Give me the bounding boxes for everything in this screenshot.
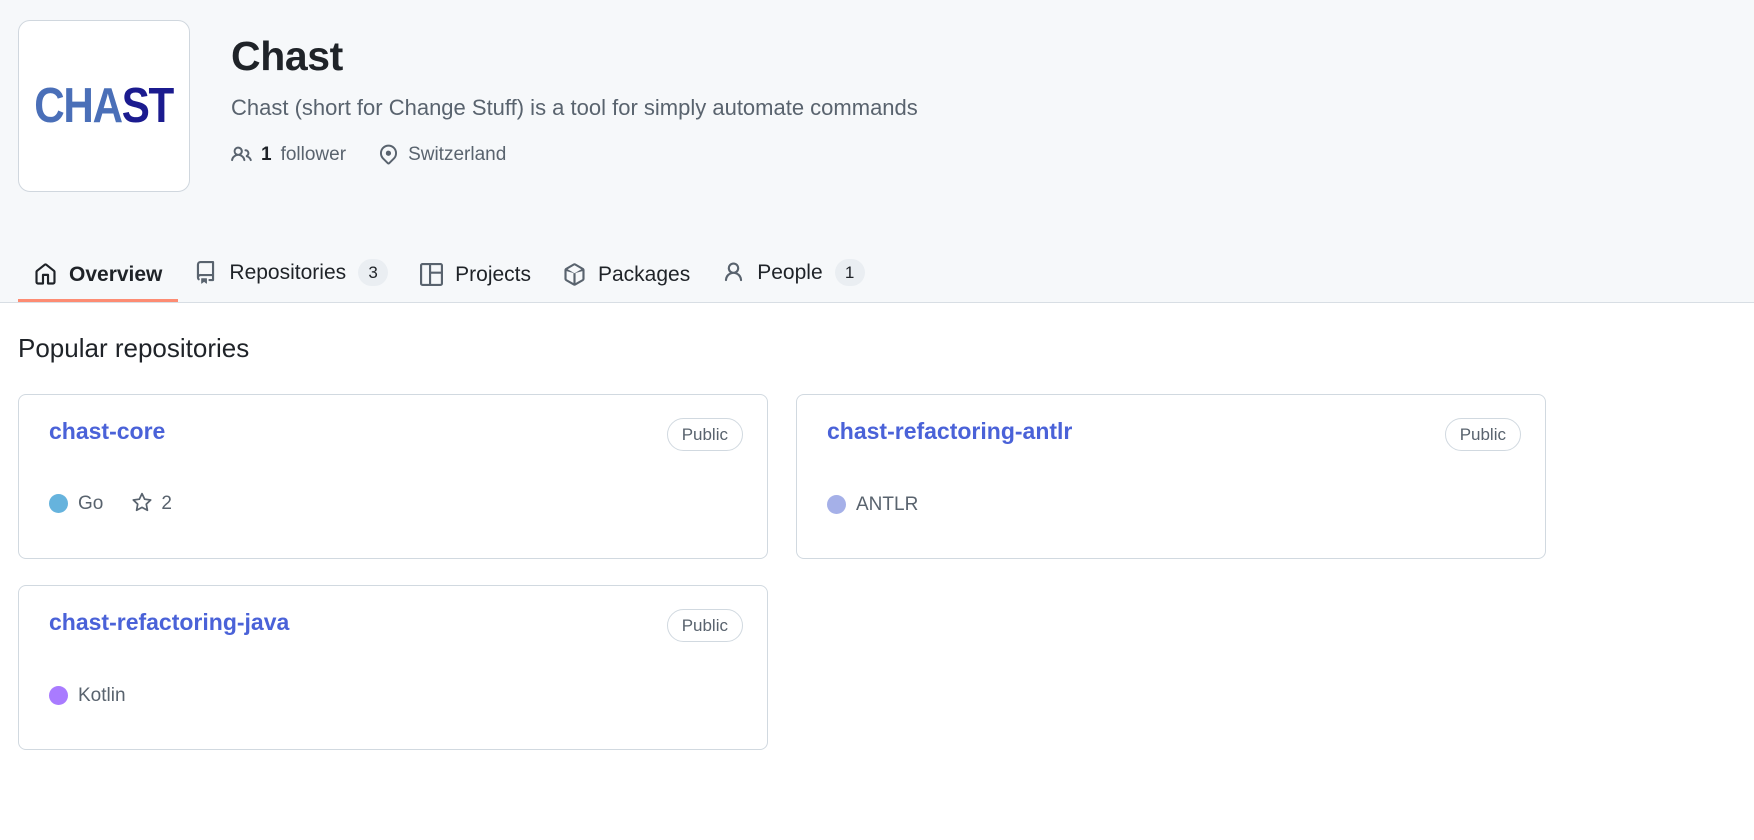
tab-projects-label: Projects [455,263,531,286]
org-followers-label: follower [280,143,347,165]
main-content: Popular repositories chast-core Public G… [0,303,1754,751]
people-icon [231,144,252,165]
org-header: CHAST Chast Chast (short for Change Stuf… [0,0,1754,303]
repo-visibility-badge: Public [1444,418,1521,452]
tab-repositories-label: Repositories [229,261,347,284]
language-color-dot [827,495,846,515]
repo-name-link[interactable]: chast-core [49,418,165,446]
org-info: Chast Chast (short for Change Stuff) is … [231,20,918,165]
repo-visibility-badge: Public [666,609,743,643]
language-color-dot [49,493,68,513]
org-name: Chast [231,33,343,79]
org-avatar[interactable]: CHAST [18,20,190,192]
language-color-dot [49,686,68,706]
tab-people-counter: 1 [834,259,865,286]
org-logo-wordmark: CHAST [34,78,175,133]
repo-language: Kotlin [49,685,126,707]
repo-language: ANTLR [827,494,919,516]
tab-packages[interactable]: Packages [547,250,706,302]
repo-name-link[interactable]: chast-refactoring-antlr [827,418,1072,446]
home-icon [34,263,57,286]
tab-repositories-counter: 3 [358,259,389,286]
org-profile-page: CHAST Chast Chast (short for Change Stuf… [0,0,1754,840]
repo-card-footer: Kotlin [49,685,126,707]
tab-projects[interactable]: Projects [404,250,547,302]
tab-packages-label: Packages [598,263,691,286]
repo-card-header: chast-refactoring-antlr Public [827,418,1521,452]
org-logo-part-one: CHA [34,78,124,133]
repo-card[interactable]: chast-core Public Go 2 [18,394,768,560]
tab-overview-label: Overview [69,263,163,286]
repo-language-label: Kotlin [78,685,126,707]
org-location-label: Switzerland [408,143,507,165]
repo-language-label: ANTLR [856,494,919,516]
org-description: Chast (short for Change Stuff) is a tool… [231,95,918,121]
org-followers-count: 1 [261,143,272,165]
repo-grid-empty-slot [796,585,1546,750]
location-pin-icon [378,144,399,165]
org-meta-row: 1 follower Switzerland [231,144,918,165]
org-followers[interactable]: 1 follower [231,144,346,165]
repo-card-header: chast-refactoring-java Public [49,609,743,643]
popular-repositories-title: Popular repositories [18,333,250,363]
org-location: Switzerland [378,144,506,165]
repo-card[interactable]: chast-refactoring-antlr Public ANTLR [796,394,1546,560]
star-icon [131,492,153,514]
tab-people[interactable]: People 1 [706,246,880,302]
repo-language: Go [49,492,104,514]
org-header-inner: CHAST Chast Chast (short for Change Stuf… [0,0,1754,192]
repo-card-footer: Go 2 [49,492,172,514]
repo-visibility-badge: Public [666,418,743,452]
person-icon [722,261,745,284]
org-nav: Overview Repositories 3 Projects Package… [0,246,1754,302]
repo-stars-count: 2 [161,492,172,514]
project-icon [420,263,444,286]
repo-language-label: Go [78,492,104,514]
repo-card[interactable]: chast-refactoring-java Public Kotlin [18,585,768,751]
popular-repositories-grid: chast-core Public Go 2 chast-refactoring… [18,394,1736,751]
repo-icon [194,261,217,284]
org-logo-part-two: ST [122,78,175,133]
repo-name-link[interactable]: chast-refactoring-java [49,609,289,637]
repo-card-footer: ANTLR [827,494,919,516]
repo-stars[interactable]: 2 [131,492,172,514]
tab-people-label: People [757,261,823,284]
tab-repositories[interactable]: Repositories 3 [178,246,404,302]
repo-card-header: chast-core Public [49,418,743,452]
package-icon [563,263,586,286]
tab-overview[interactable]: Overview [18,250,179,302]
